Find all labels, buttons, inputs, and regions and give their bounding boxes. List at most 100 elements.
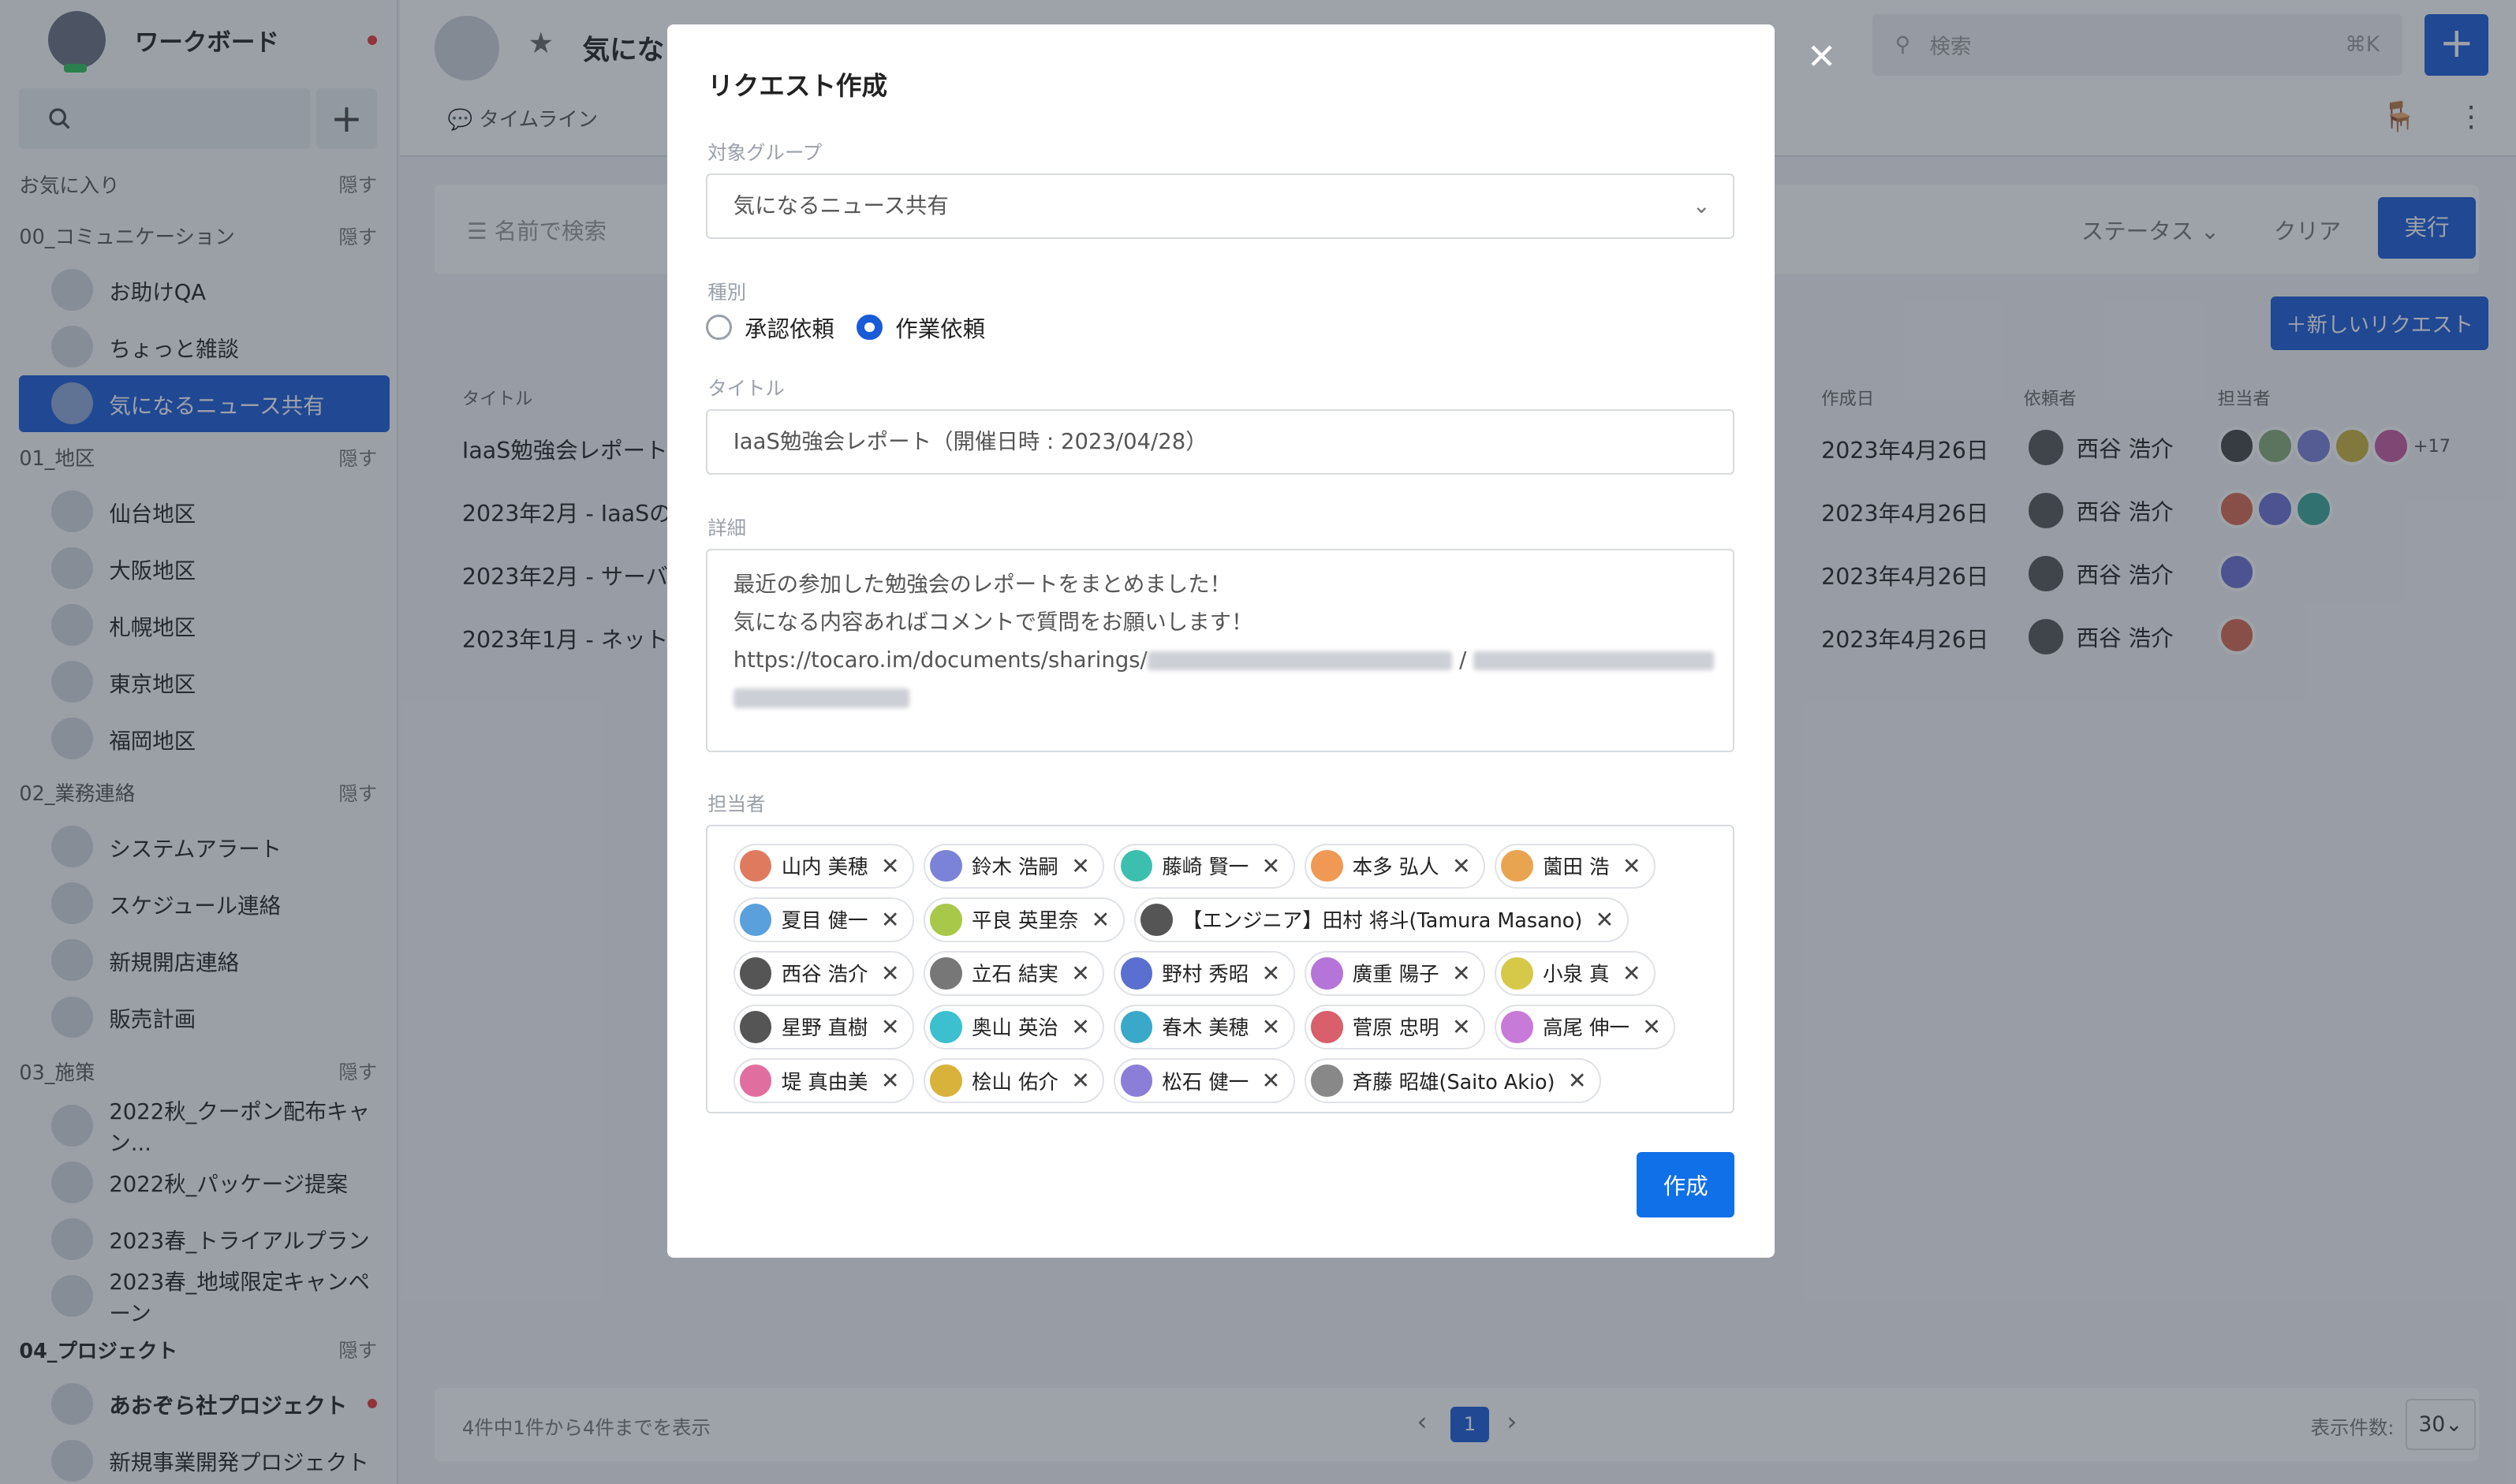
remove-icon[interactable]: ✕ xyxy=(1092,907,1111,933)
assignee-name: 奥山 英治 xyxy=(972,1016,1058,1040)
radio-approval-label: 承認依頼 xyxy=(744,315,834,342)
remove-icon[interactable]: ✕ xyxy=(1071,960,1090,986)
assignee-tag: 藤崎 賢一 ✕ xyxy=(1114,843,1295,889)
assignee-tag: 菅原 忠明 ✕ xyxy=(1304,1005,1485,1050)
remove-icon[interactable]: ✕ xyxy=(881,853,900,879)
remove-icon[interactable]: ✕ xyxy=(881,960,900,986)
detail-line-1: 最近の参加した勉強会のレポートをまとめました！ xyxy=(733,572,1232,598)
close-icon[interactable]: ✕ xyxy=(1807,35,1837,77)
avatar xyxy=(1310,1065,1343,1097)
create-button[interactable]: 作成 xyxy=(1637,1151,1735,1218)
blurred-text xyxy=(1147,651,1453,670)
avatar xyxy=(930,849,962,882)
remove-icon[interactable]: ✕ xyxy=(1261,1068,1280,1094)
detail-textarea[interactable]: 最近の参加した勉強会のレポートをまとめました！ 気になる内容あればコメントで質問… xyxy=(706,548,1735,753)
chevron-down-icon: ⌄ xyxy=(1692,193,1711,218)
assignee-name: 夏目 健一 xyxy=(781,908,868,933)
remove-icon[interactable]: ✕ xyxy=(1452,960,1471,986)
group-label: 対象グループ xyxy=(707,140,823,164)
radio-work-label: 作業依頼 xyxy=(895,315,986,342)
avatar xyxy=(1310,956,1343,990)
assignee-name: 廣重 陽子 xyxy=(1352,962,1439,986)
avatar xyxy=(930,956,962,990)
assignee-name: 藤崎 賢一 xyxy=(1162,855,1249,879)
avatar xyxy=(1120,849,1153,882)
assignee-name: 星野 直樹 xyxy=(781,1016,868,1040)
detail-line-3: https://tocaro.im/documents/sharings/ xyxy=(733,647,1148,673)
assignee-tag: 高尾 伸一 ✕ xyxy=(1495,1005,1676,1050)
assignee-name: 鈴木 浩嗣 xyxy=(972,855,1058,879)
avatar xyxy=(1501,956,1533,990)
assignee-tag: 山内 美穂 ✕ xyxy=(733,843,914,889)
remove-icon[interactable]: ✕ xyxy=(1622,960,1641,986)
remove-icon[interactable]: ✕ xyxy=(1261,1014,1280,1040)
remove-icon[interactable]: ✕ xyxy=(1071,853,1090,879)
avatar xyxy=(930,1011,962,1043)
remove-icon[interactable]: ✕ xyxy=(881,1014,900,1040)
assignee-name: 高尾 伸一 xyxy=(1543,1016,1629,1040)
assignee-name: 松石 健一 xyxy=(1162,1069,1249,1094)
assignee-name: 斉藤 昭雄(Saito Akio) xyxy=(1352,1069,1555,1094)
request-create-modal: リクエスト作成 対象グループ 気になるニュース共有 ⌄ 種別 承認依頼 作業依頼… xyxy=(667,24,1775,1258)
assignee-tag: 鈴木 浩嗣 ✕ xyxy=(924,843,1105,889)
assignee-tag: 廣重 陽子 ✕ xyxy=(1304,950,1485,996)
remove-icon[interactable]: ✕ xyxy=(1071,1068,1090,1094)
avatar xyxy=(930,903,962,936)
radio-approval-circle xyxy=(706,314,732,341)
assignee-name: 桧山 佑介 xyxy=(972,1069,1058,1094)
assignee-tag: 平良 英里奈 ✕ xyxy=(924,897,1125,942)
remove-icon[interactable]: ✕ xyxy=(881,907,900,933)
type-label: 種別 xyxy=(707,280,747,304)
assignee-tag: 桧山 佑介 ✕ xyxy=(924,1058,1105,1104)
assignee-tag: 【エンジニア】田村 将斗(Tamura Masano) ✕ xyxy=(1133,897,1629,942)
assignee-tag: 本多 弘人 ✕ xyxy=(1304,843,1485,889)
avatar xyxy=(930,1065,962,1097)
assignee-tag: 立石 結実 ✕ xyxy=(924,950,1105,996)
assignee-tag: 小泉 真 ✕ xyxy=(1495,950,1656,996)
remove-icon[interactable]: ✕ xyxy=(1642,1014,1661,1040)
avatar xyxy=(1120,1065,1153,1097)
radio-work[interactable]: 作業依頼 xyxy=(857,311,985,344)
assignee-name: 西谷 浩介 xyxy=(781,962,868,986)
remove-icon[interactable]: ✕ xyxy=(1452,1014,1471,1040)
radio-approval[interactable]: 承認依頼 xyxy=(706,311,834,344)
assignee-tag: 西谷 浩介 ✕ xyxy=(733,950,914,996)
title-label: タイトル xyxy=(707,377,785,401)
avatar xyxy=(1501,849,1533,882)
assignee-tag: 薗田 浩 ✕ xyxy=(1495,843,1656,889)
remove-icon[interactable]: ✕ xyxy=(1452,853,1471,879)
assignee-tag: 堤 真由美 ✕ xyxy=(733,1058,914,1104)
avatar xyxy=(1310,1011,1343,1043)
avatar xyxy=(1501,1011,1533,1043)
blurred-text xyxy=(733,688,910,708)
assignee-name: 小泉 真 xyxy=(1543,962,1610,986)
detail-line-2: 気になる内容あればコメントで質問をお願いします！ xyxy=(733,610,1253,635)
title-input[interactable]: IaaS勉強会レポート（開催日時 : 2023/04/28） xyxy=(706,408,1735,475)
assignee-name: 平良 英里奈 xyxy=(972,908,1079,933)
assignee-tag: 星野 直樹 ✕ xyxy=(733,1005,914,1050)
assignee-tag: 松石 健一 ✕ xyxy=(1114,1058,1295,1104)
avatar xyxy=(739,849,772,882)
assignee-name: 菅原 忠明 xyxy=(1352,1016,1439,1040)
detail-label: 詳細 xyxy=(707,516,747,540)
assignee-field[interactable]: 山内 美穂 ✕ 鈴木 浩嗣 ✕ 藤崎 賢一 ✕ 本多 弘人 ✕ 薗田 浩 ✕ 夏目 健一 ✕ 平良 英里… xyxy=(706,824,1735,1113)
remove-icon[interactable]: ✕ xyxy=(1261,853,1280,879)
assignee-tag: 春木 美穂 ✕ xyxy=(1114,1005,1295,1050)
remove-icon[interactable]: ✕ xyxy=(1596,907,1614,933)
avatar xyxy=(1310,849,1343,882)
remove-icon[interactable]: ✕ xyxy=(1568,1068,1587,1094)
radio-work-circle xyxy=(857,314,883,341)
assignee-name: 立石 結実 xyxy=(972,962,1058,986)
assignee-name: 山内 美穂 xyxy=(781,855,868,879)
remove-icon[interactable]: ✕ xyxy=(1071,1014,1090,1040)
assignee-name: 堤 真由美 xyxy=(781,1069,868,1094)
remove-icon[interactable]: ✕ xyxy=(1261,960,1280,986)
avatar xyxy=(1120,1011,1153,1043)
assignee-tag: 奥山 英治 ✕ xyxy=(924,1005,1105,1050)
avatar xyxy=(1120,956,1153,990)
remove-icon[interactable]: ✕ xyxy=(1622,853,1641,879)
remove-icon[interactable]: ✕ xyxy=(881,1068,900,1094)
assignee-tag: 夏目 健一 ✕ xyxy=(733,897,914,942)
group-select[interactable]: 気になるニュース共有 ⌄ xyxy=(706,173,1735,240)
assignee-tag: 斉藤 昭雄(Saito Akio) ✕ xyxy=(1304,1058,1601,1104)
